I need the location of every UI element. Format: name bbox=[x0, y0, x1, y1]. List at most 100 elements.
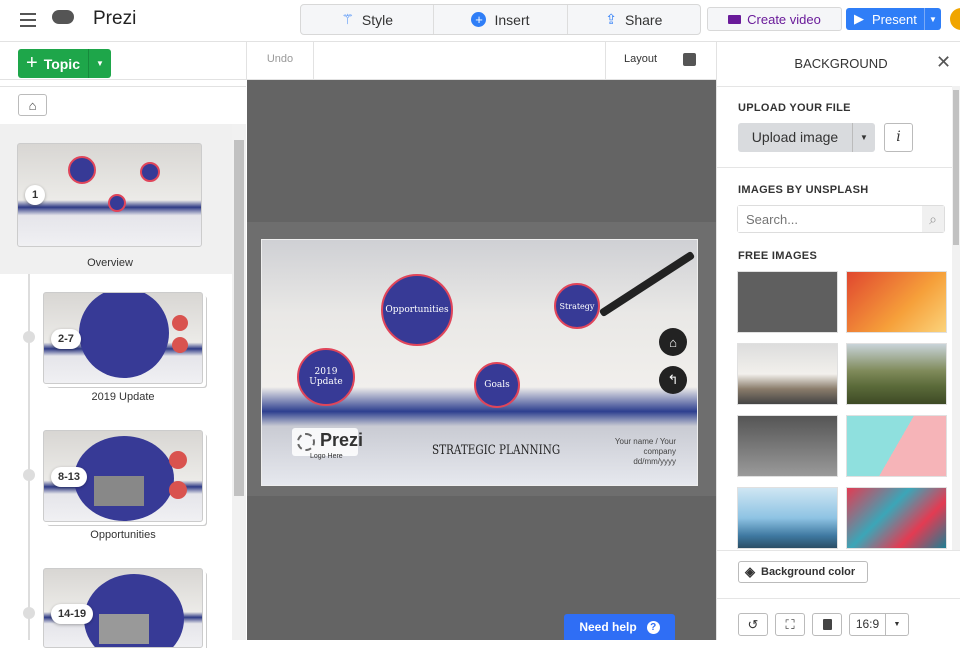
fullscreen-icon: ⛶ bbox=[785, 616, 795, 632]
reset-button[interactable]: ↺ bbox=[738, 613, 768, 636]
notes-icon[interactable] bbox=[683, 53, 696, 66]
help-label: Need help bbox=[579, 620, 637, 634]
present-dropdown-icon[interactable]: ▼ bbox=[925, 15, 941, 24]
app-title: Prezi bbox=[93, 8, 137, 29]
chevron-down-icon: ▼ bbox=[893, 621, 901, 628]
free-image-abstract[interactable] bbox=[846, 487, 947, 549]
topic-label: 2019 Update bbox=[91, 391, 155, 403]
free-image-pastel[interactable] bbox=[846, 415, 947, 477]
trash-icon bbox=[822, 619, 832, 630]
chevron-down-icon[interactable]: ▼ bbox=[853, 133, 875, 142]
sidebar-scrollbar-thumb[interactable] bbox=[234, 140, 244, 496]
undo-button[interactable]: Undo bbox=[247, 53, 313, 65]
undo-icon: ↺ bbox=[747, 616, 759, 632]
tab-label: Style bbox=[361, 11, 393, 28]
divider bbox=[717, 86, 960, 87]
topic-dropdown-icon[interactable]: ▼ bbox=[89, 59, 111, 68]
timeline-line bbox=[28, 274, 30, 640]
info-button[interactable]: i bbox=[884, 123, 913, 152]
topic-label: Overview bbox=[87, 257, 133, 269]
present-button[interactable]: ▶ Present ▼ bbox=[846, 8, 941, 30]
free-image-orange-gradient[interactable] bbox=[846, 271, 947, 333]
upload-image-button[interactable]: Upload image ▼ bbox=[738, 123, 875, 152]
thumb-circle bbox=[169, 451, 187, 469]
divider bbox=[605, 42, 606, 80]
paint-bucket-icon: ◈ bbox=[745, 564, 755, 579]
play-icon: ▶ bbox=[854, 11, 864, 26]
topic-badge: 2-7 bbox=[51, 329, 81, 349]
thumb-circle bbox=[172, 337, 188, 353]
thumb-circle bbox=[169, 481, 187, 499]
cloud-sync-icon bbox=[52, 10, 74, 24]
tab-style[interactable]: ⚚ Style bbox=[301, 5, 435, 34]
divider bbox=[717, 167, 952, 168]
circle-opportunities[interactable]: Opportunities bbox=[381, 274, 453, 346]
background-color-button[interactable]: ◈ Background color bbox=[738, 561, 868, 583]
upload-icon: ⇪ bbox=[605, 11, 617, 27]
circle-strategy[interactable]: Strategy bbox=[554, 283, 600, 329]
tab-label: Share bbox=[625, 11, 663, 28]
timeline-dot bbox=[23, 607, 35, 619]
delete-button[interactable] bbox=[812, 613, 842, 636]
present-label: Present bbox=[872, 11, 917, 27]
aspect-ratio-value: 16:9 bbox=[850, 614, 886, 635]
free-images-heading: FREE IMAGES bbox=[738, 250, 818, 262]
timeline-dot bbox=[23, 469, 35, 481]
topic-badge: 14-19 bbox=[51, 604, 94, 624]
layout-button[interactable]: Layout bbox=[624, 53, 657, 65]
create-video-label: Create video bbox=[747, 11, 821, 27]
topic-label: Topic bbox=[43, 55, 80, 72]
topic-badge: 8-13 bbox=[51, 467, 88, 487]
search-icon[interactable]: ⌕ bbox=[922, 206, 944, 232]
slide-preview[interactable]: 2019 Update Opportunities Goals Strategy… bbox=[261, 239, 698, 486]
tab-share[interactable]: ⇪ Share bbox=[568, 5, 700, 34]
divider bbox=[717, 598, 960, 599]
upload-heading: UPLOAD YOUR FILE bbox=[738, 102, 851, 114]
circle-goals[interactable]: Goals bbox=[474, 362, 520, 408]
home-nav-button[interactable]: ⌂ bbox=[659, 328, 687, 356]
tab-label: Insert bbox=[494, 11, 530, 28]
main-tabs: ⚚ Style + Insert ⇪ Share bbox=[300, 4, 701, 35]
home-button[interactable]: ⌂ bbox=[18, 94, 47, 116]
free-image-mountains[interactable] bbox=[737, 487, 838, 549]
background-color-label: Background color bbox=[761, 566, 856, 578]
question-icon: ? bbox=[646, 620, 660, 634]
unsplash-search: ⌕ bbox=[737, 205, 945, 233]
thumb-circle bbox=[108, 194, 126, 212]
menu-icon[interactable] bbox=[20, 13, 36, 27]
free-image-landscape[interactable] bbox=[846, 343, 947, 405]
need-help-button[interactable]: Need help? bbox=[564, 614, 675, 640]
panel-scrollbar-thumb[interactable] bbox=[953, 90, 959, 245]
topic-label: Opportunities bbox=[90, 529, 156, 541]
tab-insert[interactable]: + Insert bbox=[434, 5, 568, 34]
search-input[interactable] bbox=[738, 206, 922, 232]
close-icon[interactable]: ✕ bbox=[936, 52, 951, 73]
plus-icon: + bbox=[26, 52, 38, 74]
home-icon: ⌂ bbox=[669, 334, 677, 350]
divider bbox=[313, 42, 314, 80]
fit-button[interactable]: ⛶ bbox=[775, 613, 805, 636]
video-camera-icon bbox=[728, 14, 742, 24]
thumb-circle bbox=[140, 162, 160, 182]
back-nav-button[interactable]: ↰ bbox=[659, 366, 687, 394]
free-image-gray-gradient[interactable] bbox=[737, 415, 838, 477]
plus-circle-icon: + bbox=[471, 12, 487, 27]
panel-title: BACKGROUND bbox=[794, 56, 888, 71]
date-text: dd/mm/yyyy bbox=[633, 457, 676, 466]
logo-emblem-icon bbox=[297, 433, 315, 451]
free-image-dark-gray[interactable] bbox=[737, 271, 838, 333]
aspect-ratio-select[interactable]: 16:9 ▼ bbox=[849, 613, 909, 636]
magic-wand-icon: ⚚ bbox=[341, 11, 354, 27]
slide-title: STRATEGIC PLANNING bbox=[432, 443, 561, 458]
timeline-dot bbox=[23, 331, 35, 343]
topic-badge: 1 bbox=[25, 185, 46, 205]
thumb-circle bbox=[172, 315, 188, 331]
create-video-button[interactable]: Create video bbox=[707, 7, 842, 31]
upload-label: Upload image bbox=[738, 123, 853, 152]
home-icon: ⌂ bbox=[28, 97, 37, 113]
add-topic-button[interactable]: + Topic ▼ bbox=[18, 49, 111, 78]
thumb-circle bbox=[79, 293, 169, 378]
unsplash-heading: IMAGES BY UNSPLASH bbox=[738, 184, 869, 196]
free-image-office[interactable] bbox=[737, 343, 838, 405]
circle-2019-update[interactable]: 2019 Update bbox=[297, 348, 355, 406]
